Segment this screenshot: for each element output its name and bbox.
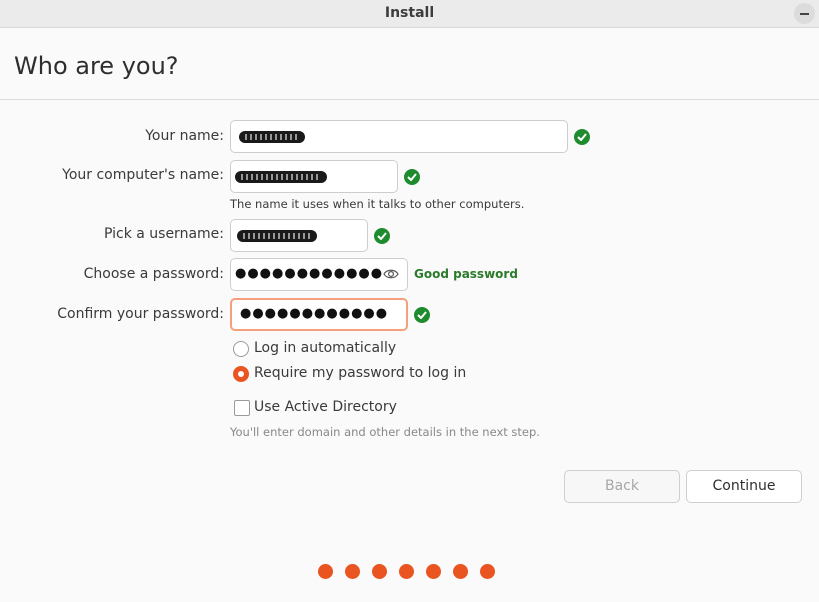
show-password-icon[interactable] (383, 266, 399, 282)
computer-name-hint: The name it uses when it talks to other … (230, 197, 525, 211)
confirm-valid-icon (414, 307, 430, 323)
confirm-password-label: Confirm your password: (57, 306, 224, 322)
active-directory-hint: You'll enter domain and other details in… (230, 425, 540, 439)
progress-dot (318, 564, 333, 579)
progress-dot (453, 564, 468, 579)
username-field[interactable] (230, 219, 368, 252)
progress-dot (480, 564, 495, 579)
username-valid-icon (374, 228, 390, 244)
progress-dot (345, 564, 360, 579)
active-directory-checkbox[interactable] (234, 400, 250, 416)
username-label: Pick a username: (103, 226, 224, 242)
redacted-text (239, 131, 305, 143)
back-button[interactable]: Back (564, 470, 680, 503)
password-strength: Good password (414, 267, 518, 281)
continue-button[interactable]: Continue (686, 470, 802, 503)
auto-login-radio[interactable] (233, 341, 249, 357)
window-title: Install (384, 5, 435, 21)
computer-name-label: Your computer's name: (62, 167, 224, 183)
computer-name-valid-icon (404, 169, 420, 185)
auto-login-label[interactable]: Log in automatically (254, 340, 396, 356)
your-name-field[interactable] (230, 120, 568, 153)
redacted-text (235, 171, 327, 183)
password-field[interactable]: ●●●●●●●●●●●● (230, 258, 408, 291)
redacted-text (237, 230, 317, 242)
computer-name-field[interactable] (230, 160, 398, 193)
progress-dot (426, 564, 441, 579)
page-title: Who are you? (14, 52, 179, 80)
install-progress (318, 564, 500, 580)
minimize-icon (800, 13, 809, 15)
require-password-label[interactable]: Require my password to log in (254, 365, 466, 381)
name-valid-icon (574, 129, 590, 145)
minimize-button[interactable] (794, 3, 815, 24)
title-bar: Install (0, 0, 819, 28)
require-password-radio[interactable] (233, 366, 249, 382)
confirm-password-field[interactable]: ●●●●●●●●●●●● (230, 298, 408, 331)
confirm-password-dots: ●●●●●●●●●●●● (240, 306, 389, 321)
your-name-label: Your name: (145, 128, 224, 144)
header-divider (0, 99, 819, 100)
progress-dot (399, 564, 414, 579)
password-label: Choose a password: (83, 266, 224, 282)
progress-dot (372, 564, 387, 579)
password-dots: ●●●●●●●●●●●● (235, 266, 384, 281)
active-directory-label[interactable]: Use Active Directory (254, 399, 397, 415)
